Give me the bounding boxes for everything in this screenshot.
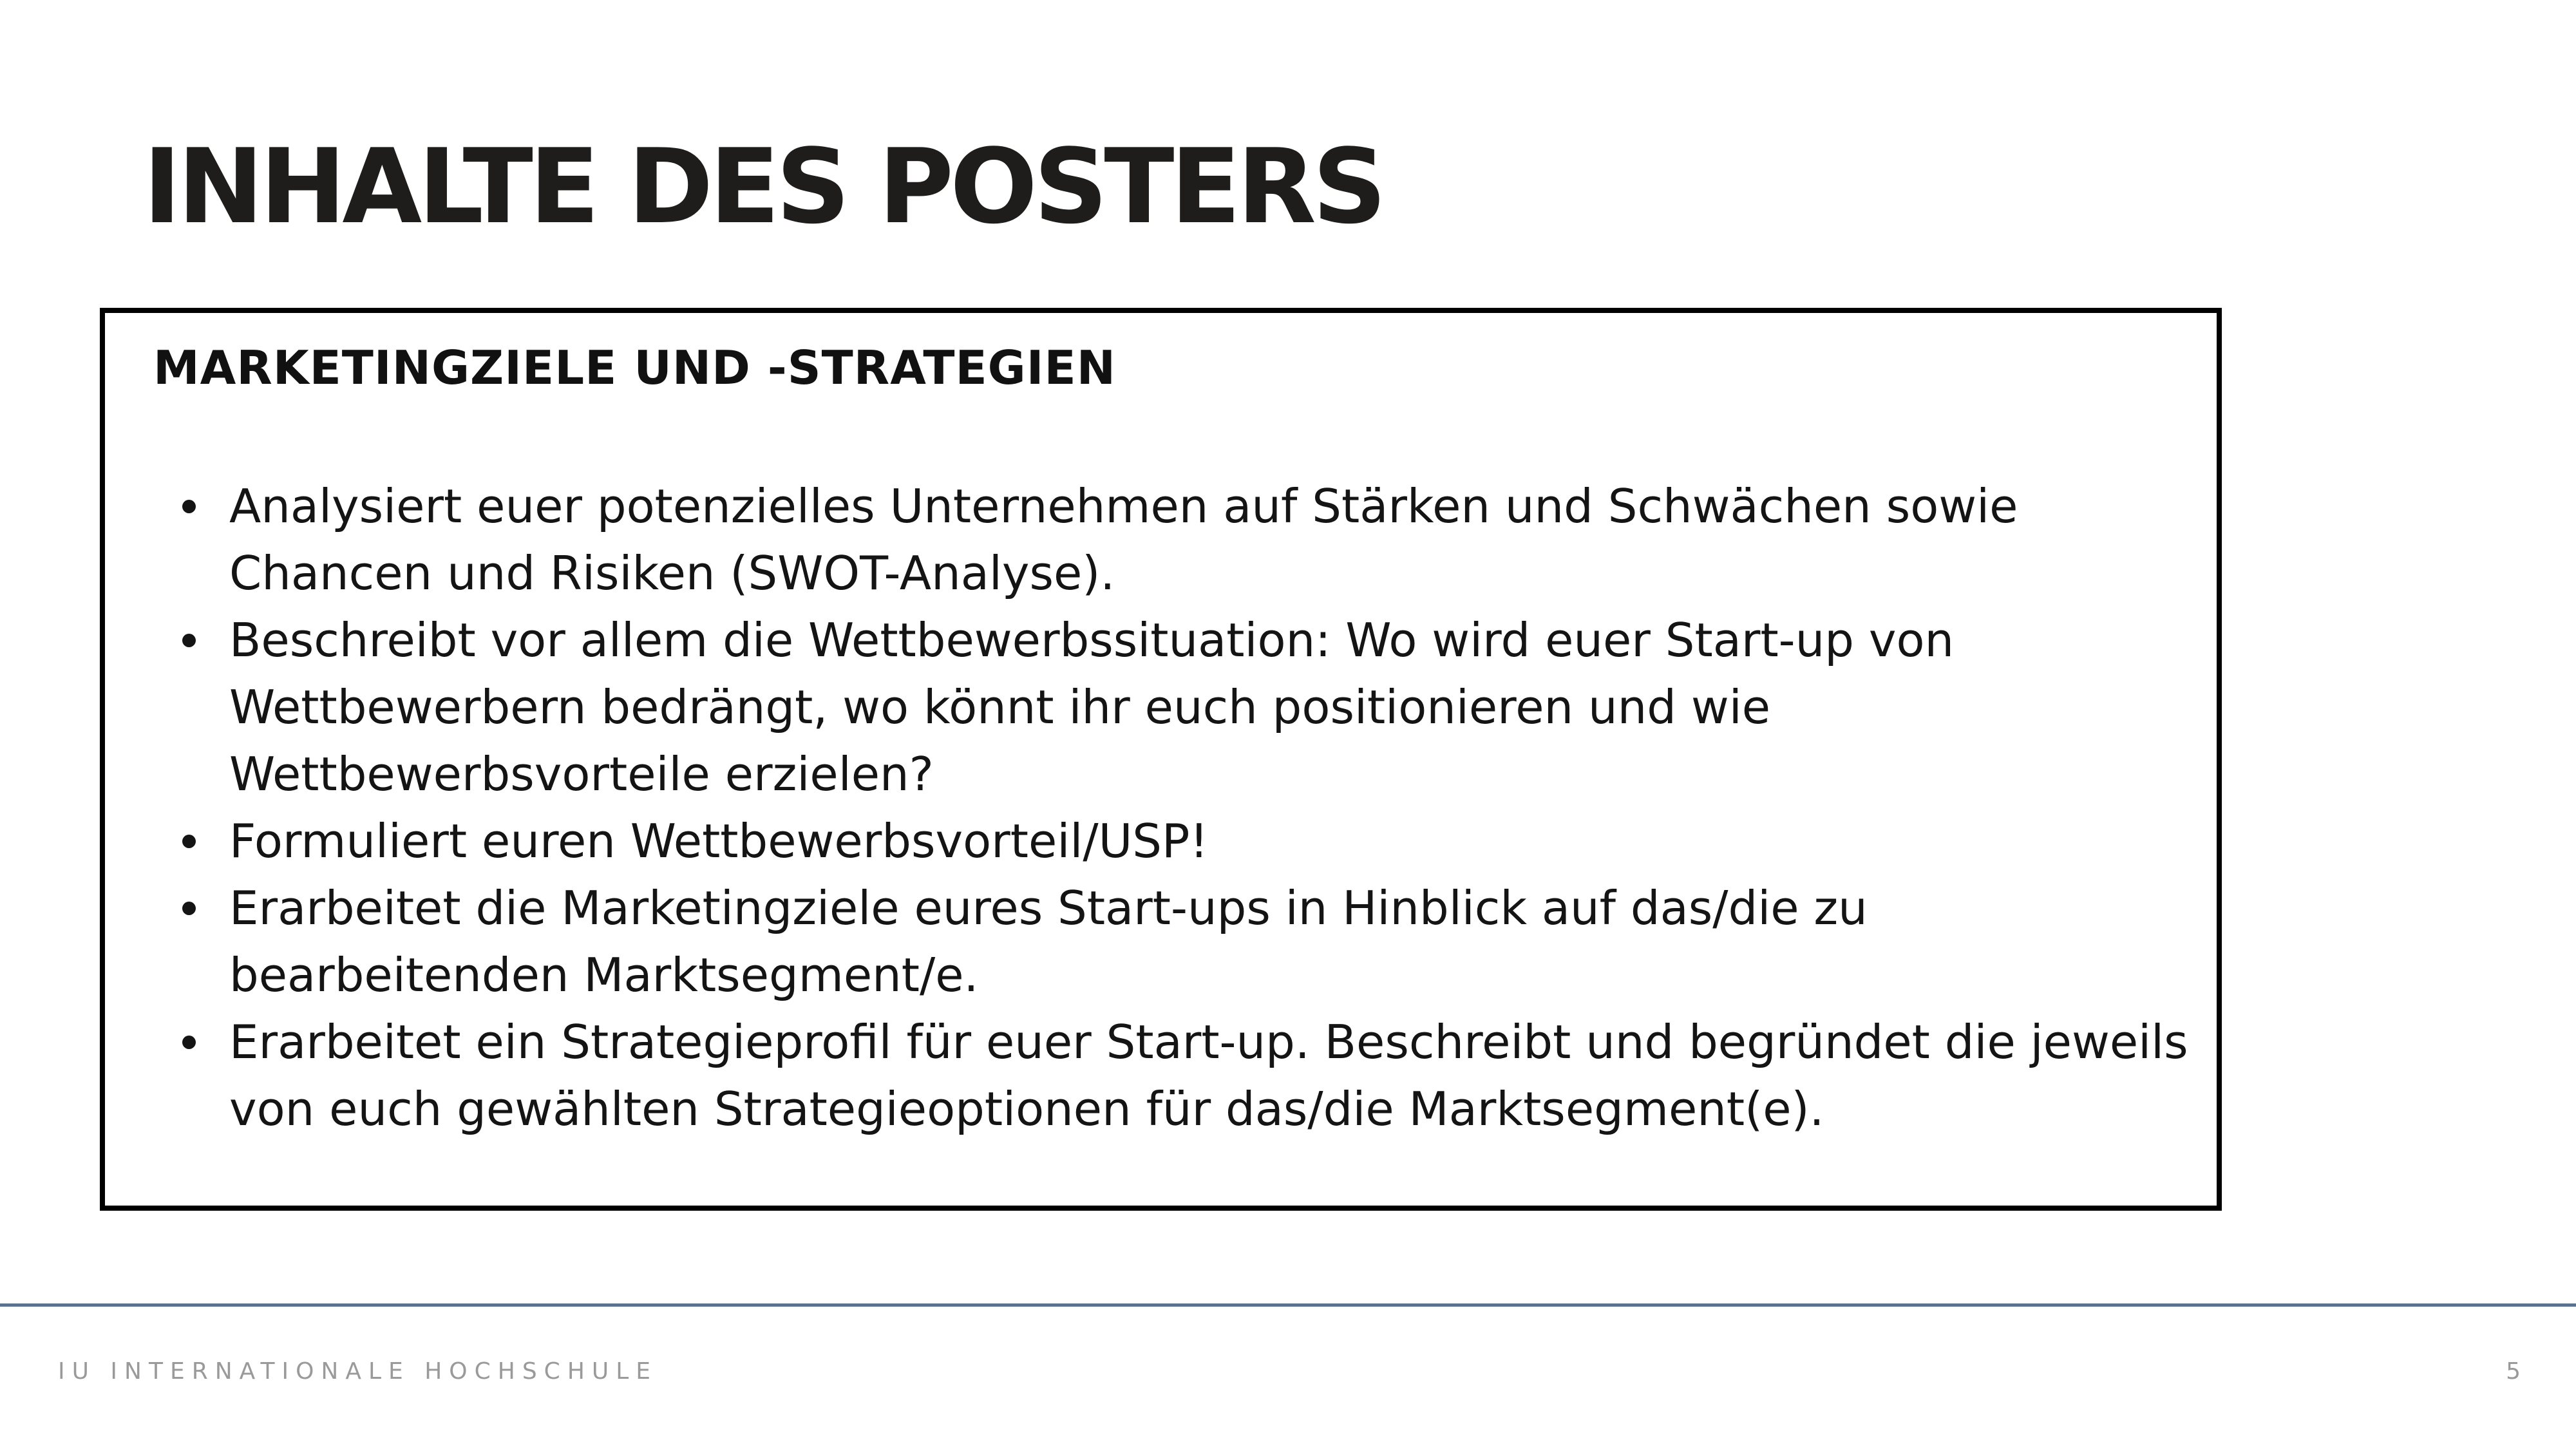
bullet-dot-icon [182, 835, 196, 848]
bullet-dot-icon [182, 634, 196, 647]
footer-organization: IU INTERNATIONALE HOCHSCHULE [58, 1358, 658, 1385]
bullet-item: Erarbeitet die Marketingziele eures Star… [182, 875, 2192, 1009]
bullet-dot-icon [182, 500, 196, 513]
bullet-item: Erarbeitet ein Strategieprofil für euer … [182, 1009, 2192, 1142]
bullet-text: Formuliert euren Wettbewerbsvorteil/USP! [229, 814, 1209, 868]
section-heading: MARKETINGZIELE UND -STRATEGIEN [153, 341, 1116, 395]
bullet-item: Analysiert euer potenzielles Unternehmen… [182, 473, 2192, 607]
slide-title: INHALTE DES POSTERS [143, 126, 1387, 247]
bullet-list: Analysiert euer potenzielles Unternehmen… [182, 473, 2192, 1142]
content-box: MARKETINGZIELE UND -STRATEGIEN Analysier… [100, 308, 2222, 1211]
bullet-item: Beschreibt vor allem die Wettbewerbssitu… [182, 607, 2192, 808]
bullet-text: Beschreibt vor allem die Wettbewerbssitu… [229, 613, 1955, 801]
bullet-dot-icon [182, 1036, 196, 1049]
bullet-text: Analysiert euer potenzielles Unternehmen… [229, 479, 2018, 600]
bullet-text: Erarbeitet ein Strategieprofil für euer … [229, 1015, 2188, 1136]
bullet-dot-icon [182, 902, 196, 915]
page-number: 5 [2506, 1358, 2521, 1385]
footer-divider [0, 1303, 2576, 1307]
bullet-item: Formuliert euren Wettbewerbsvorteil/USP! [182, 808, 2192, 875]
bullet-text: Erarbeitet die Marketingziele eures Star… [229, 881, 1868, 1002]
